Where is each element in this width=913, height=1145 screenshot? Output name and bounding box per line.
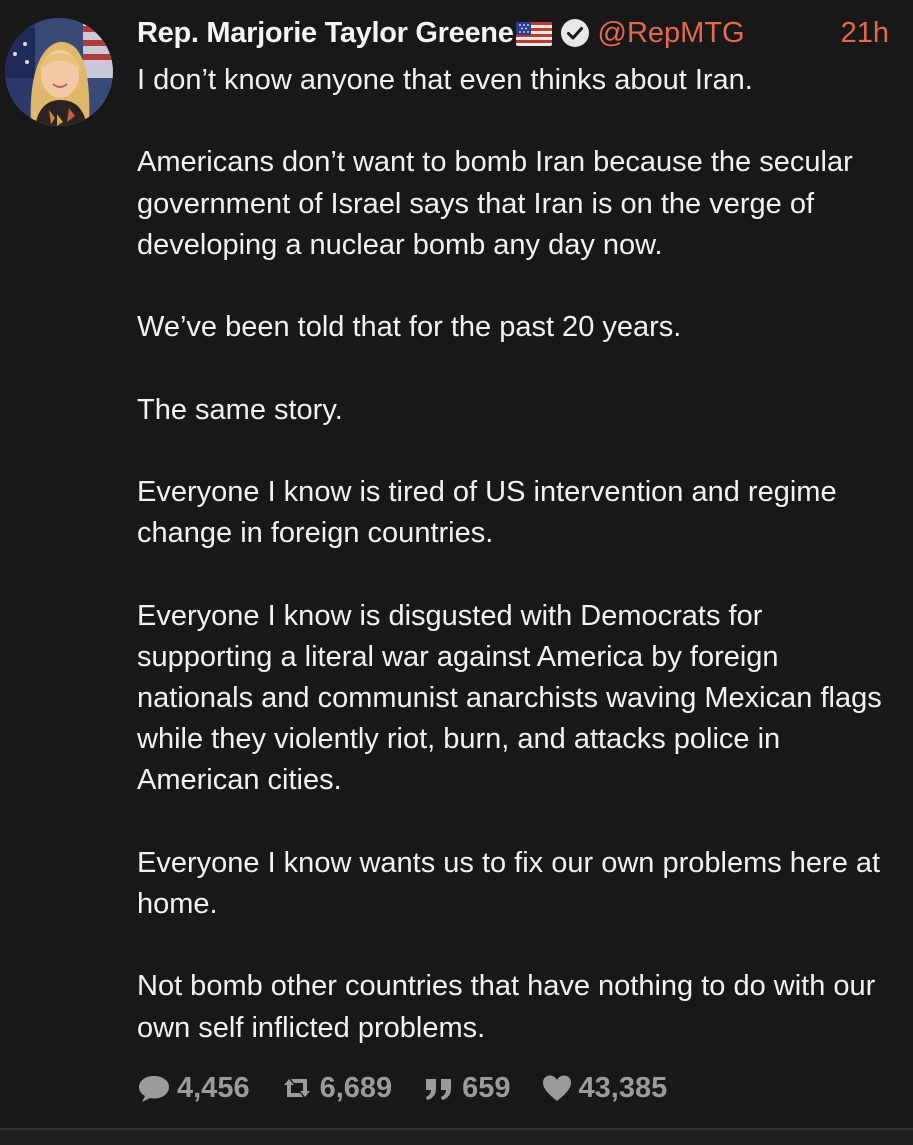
post-paragraph: Everyone I know is disgusted with Democr…	[137, 599, 882, 797]
avatar-image	[5, 18, 113, 126]
author-name[interactable]: Rep. Marjorie Taylor Greene	[137, 17, 514, 50]
post-paragraph: Everyone I know is tired of US intervent…	[137, 475, 837, 550]
post-body: I don’t know anyone that even thinks abo…	[137, 60, 897, 1049]
post-paragraph: Everyone I know wants us to fix our own …	[137, 846, 881, 920]
like-count: 43,385	[578, 1071, 668, 1104]
post-divider	[0, 1128, 913, 1145]
avatar[interactable]	[5, 18, 113, 126]
post-stats: 4,456 6,689 659 43,385	[137, 1068, 697, 1108]
post-paragraph: We’ve been told that for the past 20 yea…	[137, 311, 682, 344]
reply-icon	[139, 1076, 169, 1102]
post-header: Rep. Marjorie Taylor Greene @RepMTG 21h	[137, 14, 889, 52]
repost-button[interactable]: 6,689	[280, 1071, 393, 1105]
quote-icon	[426, 1079, 452, 1100]
post: Rep. Marjorie Taylor Greene @RepMTG 21h …	[0, 0, 913, 1130]
post-paragraph: Americans don’t want to bomb Iran becaus…	[137, 146, 853, 261]
quote-count: 659	[462, 1071, 511, 1104]
us-flag-icon	[515, 22, 552, 46]
author-handle[interactable]: @RepMTG	[598, 17, 745, 50]
reply-button[interactable]: 4,456	[137, 1072, 250, 1105]
reply-count: 4,456	[177, 1071, 250, 1104]
post-timestamp[interactable]: 21h	[841, 17, 889, 50]
post-paragraph: I don’t know anyone that even thinks abo…	[137, 64, 753, 96]
post-paragraph: Not bomb other countries that have nothi…	[137, 970, 876, 1044]
like-button[interactable]: 43,385	[541, 1071, 668, 1105]
verified-check-icon	[560, 18, 590, 48]
heart-icon	[542, 1075, 571, 1101]
post-paragraph: The same story.	[137, 393, 343, 426]
repost-count: 6,689	[319, 1071, 393, 1104]
quote-button[interactable]: 659	[422, 1071, 511, 1105]
repost-icon	[283, 1079, 310, 1097]
